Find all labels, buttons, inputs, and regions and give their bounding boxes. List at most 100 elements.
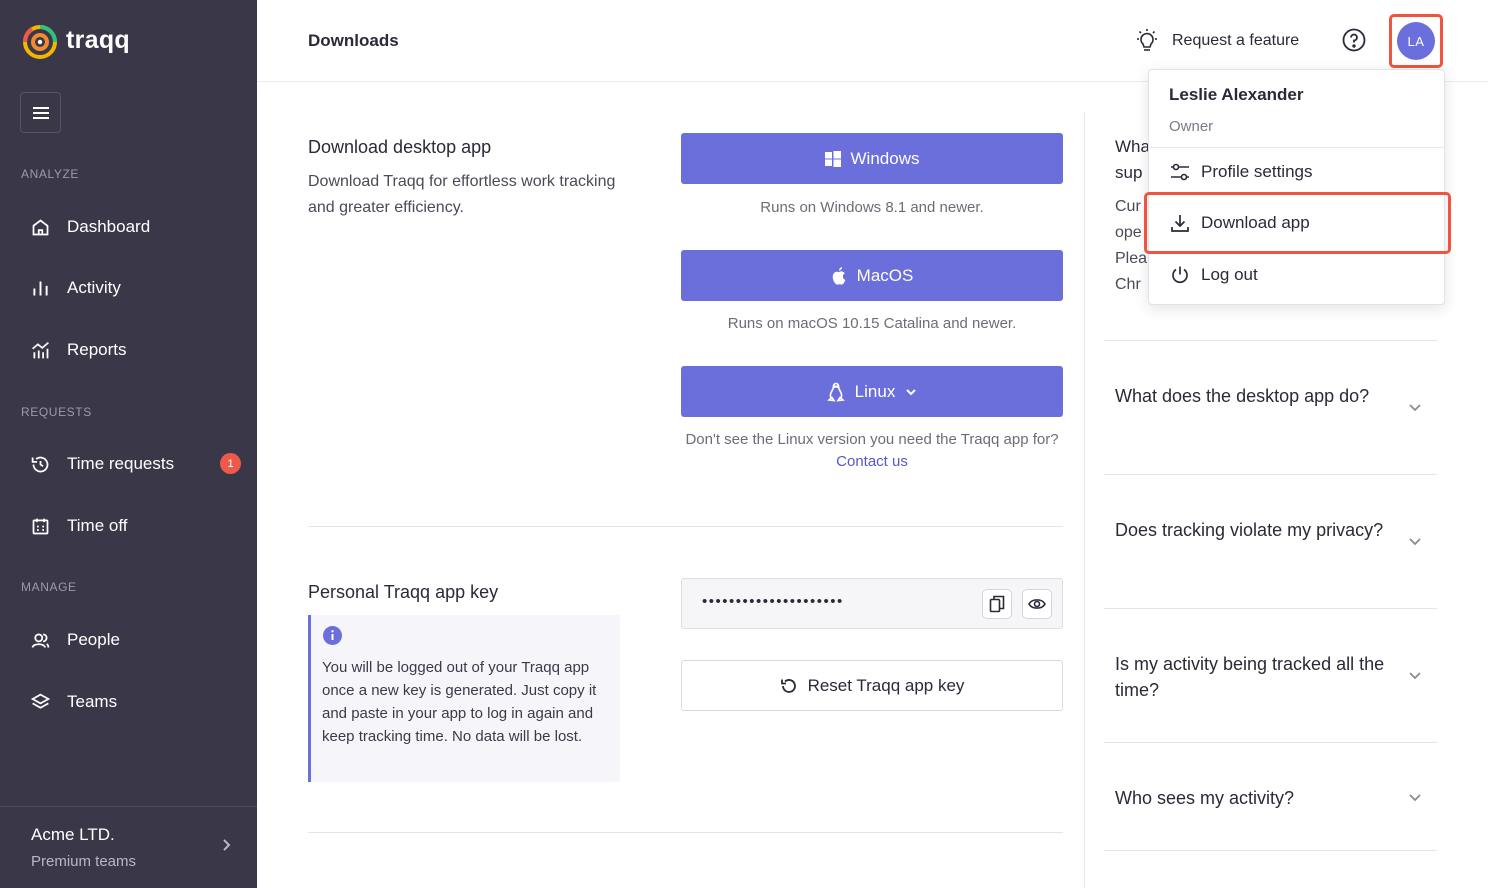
reset-appkey-label: Reset Traqq app key — [807, 675, 965, 695]
contact-us-link[interactable]: Contact us — [836, 453, 908, 470]
section-divider-bottom — [308, 832, 1063, 833]
faq-column-divider — [1084, 112, 1085, 888]
download-linux-button[interactable]: Linux — [681, 366, 1063, 417]
power-icon — [1172, 266, 1188, 284]
layers-icon — [30, 693, 51, 709]
linux-note-text: Don't see the Linux version you need the… — [685, 431, 1059, 448]
sidebar-item-label: Dashboard — [67, 217, 151, 236]
faq-partial-line: Cur — [1115, 198, 1141, 215]
appkey-info-text: You will be logged out of your Traqq app… — [322, 659, 597, 745]
faq-question: What does the desktop app do? — [1115, 386, 1370, 406]
sidebar-item-label: Activity — [67, 278, 121, 297]
macos-label: MacOS — [856, 265, 914, 285]
chevron-down-icon — [1409, 404, 1421, 412]
org-name: Acme LTD. — [31, 825, 115, 844]
sidebar-item-time-requests[interactable]: Time requests — [30, 451, 174, 477]
page-title: Downloads — [308, 31, 399, 50]
faq-question: Does tracking violate my privacy? — [1115, 520, 1384, 540]
dropdown-user-name: Leslie Alexander — [1169, 85, 1304, 104]
org-switcher[interactable]: Acme LTD. Premium teams — [0, 806, 257, 888]
sidebar-item-label: Teams — [67, 692, 118, 711]
hamburger-icon — [32, 106, 49, 119]
faq-question: Who sees my activity? — [1115, 788, 1295, 808]
sidebar-item-teams[interactable]: Teams — [30, 689, 117, 715]
sidebar-item-reports[interactable]: Reports — [30, 337, 127, 363]
sliders-icon — [1171, 163, 1189, 181]
chevron-down-icon — [906, 388, 917, 395]
user-avatar[interactable]: LA — [1397, 22, 1435, 60]
section-label-manage: MANAGE — [21, 580, 77, 594]
sidebar-item-label: Time off — [67, 516, 128, 535]
sidebar-item-activity[interactable]: Activity — [30, 275, 121, 301]
traqq-logo-icon — [23, 25, 57, 59]
help-icon[interactable] — [1342, 28, 1366, 52]
reset-appkey-button[interactable]: Reset Traqq app key — [681, 660, 1063, 711]
faq-item[interactable]: Does tracking violate my privacy? — [1104, 474, 1437, 608]
download-macos-button[interactable]: MacOS — [681, 250, 1063, 301]
dropdown-item-label: Profile settings — [1201, 162, 1313, 181]
sidebar-item-label: Time requests — [67, 454, 175, 473]
copy-key-button[interactable] — [982, 589, 1012, 619]
request-feature-button[interactable]: Request a feature — [1133, 27, 1299, 55]
dropdown-item-log-out[interactable]: Log out — [1170, 265, 1258, 285]
section-label-analyze: ANALYZE — [21, 167, 79, 181]
chevron-down-icon — [1409, 794, 1421, 802]
appkey-field[interactable]: ••••••••••••••••••••• — [681, 578, 1063, 629]
windows-icon — [824, 150, 841, 167]
sidebar: traqq ANALYZE Dashboard Activity Reports… — [0, 0, 257, 888]
people-icon — [31, 633, 50, 648]
history-icon — [31, 456, 49, 472]
windows-label: Windows — [850, 148, 920, 168]
download-windows-button[interactable]: Windows — [681, 133, 1063, 184]
dropdown-user-role: Owner — [1169, 118, 1214, 135]
reports-icon — [32, 341, 49, 358]
windows-note: Runs on Windows 8.1 and newer. — [760, 199, 984, 216]
show-key-button[interactable] — [1022, 589, 1052, 619]
calendar-icon — [32, 518, 49, 534]
bar-chart-icon — [33, 281, 48, 295]
sidebar-item-label: Reports — [67, 340, 127, 359]
section-divider — [308, 526, 1063, 527]
linux-icon — [826, 382, 845, 401]
profile-dropdown: Leslie Alexander Owner Profile settings … — [1148, 69, 1445, 305]
faq-partial-line: Plea — [1115, 250, 1148, 267]
dropdown-item-profile-settings[interactable]: Profile settings — [1170, 162, 1313, 182]
download-app-highlight — [1144, 192, 1451, 254]
refresh-icon — [780, 678, 796, 693]
logo[interactable]: traqq — [22, 18, 130, 62]
sidebar-item-label: People — [67, 630, 120, 649]
copy-icon — [989, 595, 1005, 613]
time-requests-badge: 1 — [220, 453, 241, 474]
appkey-masked-value: ••••••••••••••••••••• — [702, 593, 844, 610]
apple-icon — [832, 266, 845, 285]
menu-toggle-button[interactable] — [20, 92, 61, 133]
sidebar-item-time-off[interactable]: Time off — [30, 513, 127, 539]
request-feature-label: Request a feature — [1172, 32, 1300, 49]
faq-item-divider — [1104, 850, 1437, 888]
chevron-down-icon — [1409, 672, 1421, 680]
faq-question: Is my activity being tracked all the tim… — [1115, 654, 1385, 700]
app-name: traqq — [66, 25, 130, 54]
sidebar-item-people[interactable]: People — [30, 627, 120, 653]
faq-item[interactable]: Who sees my activity? — [1104, 742, 1437, 850]
org-plan: Premium teams — [31, 853, 137, 870]
dropdown-separator — [1149, 147, 1444, 148]
sidebar-item-dashboard[interactable]: Dashboard — [30, 214, 150, 240]
section-label-requests: REQUESTS — [21, 405, 92, 419]
download-section-description: Download Traqq for effortless work track… — [308, 173, 616, 216]
faq-partial-line: sup — [1115, 163, 1143, 182]
info-icon — [323, 626, 342, 645]
faq-item[interactable]: What does the desktop app do? — [1104, 340, 1437, 474]
download-section-title: Download desktop app — [308, 137, 492, 157]
faq-item[interactable]: Is my activity being tracked all the tim… — [1104, 608, 1437, 742]
faq-partial-line: Wha — [1115, 137, 1150, 156]
lightbulb-icon — [1137, 29, 1157, 51]
chevron-right-icon — [223, 839, 231, 851]
appkey-info-box: You will be logged out of your Traqq app… — [308, 615, 620, 782]
macos-note: Runs on macOS 10.15 Catalina and newer. — [727, 315, 1017, 332]
linux-note: Don't see the Linux version you need the… — [681, 429, 1063, 473]
dropdown-item-label: Log out — [1201, 265, 1258, 284]
faq-partial-line: Chr — [1115, 276, 1141, 293]
chevron-down-icon — [1409, 538, 1421, 546]
appkey-section-title: Personal Traqq app key — [308, 582, 499, 602]
